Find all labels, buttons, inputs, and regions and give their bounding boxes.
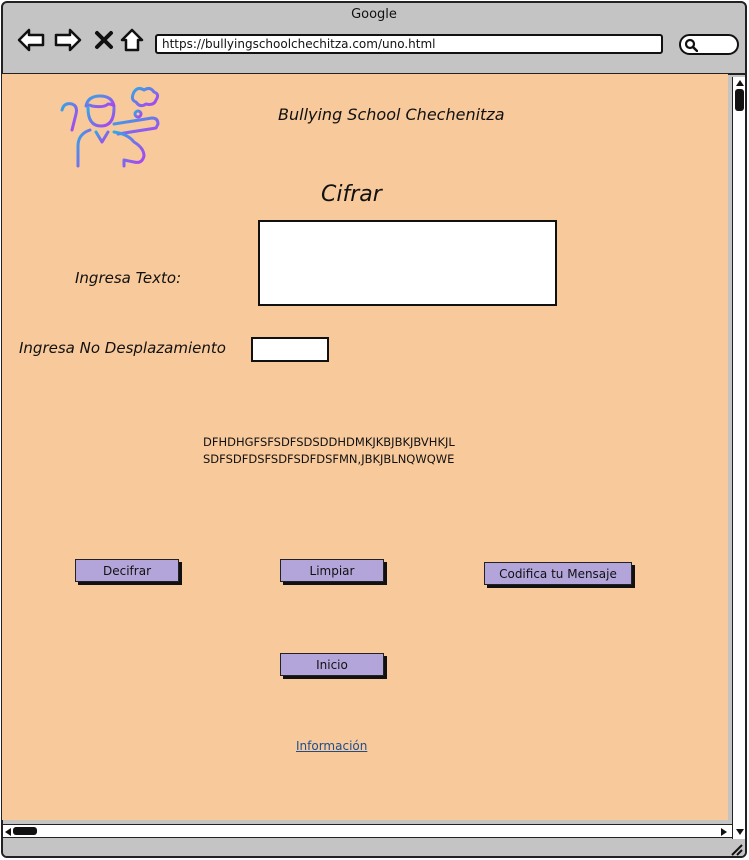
horizontal-scroll-thumb[interactable]: [13, 827, 37, 835]
student-thinking-logo-icon: [56, 84, 170, 172]
home-icon[interactable]: [117, 25, 147, 55]
text-input-area[interactable]: [258, 220, 557, 306]
site-title: Bullying School Chechenitza: [278, 105, 505, 124]
shift-input-label: Ingresa No Desplazamiento: [19, 339, 226, 357]
text-input-label: Ingresa Texto:: [75, 269, 182, 287]
vertical-scrollbar[interactable]: [732, 77, 745, 839]
vertical-scroll-thumb[interactable]: [735, 89, 744, 111]
status-bar: [3, 839, 745, 856]
resize-grip-icon[interactable]: [729, 842, 743, 856]
shift-input[interactable]: [251, 337, 329, 362]
home-button[interactable]: Inicio: [280, 653, 384, 676]
browser-search-field[interactable]: [679, 34, 739, 55]
scroll-left-arrow-icon[interactable]: [4, 827, 12, 837]
scroll-down-arrow-icon[interactable]: [735, 828, 745, 836]
output-text-line: SDFSDFDSFSDFSDFDSFMN,JBKJBLNQWQWE: [203, 452, 455, 466]
clear-button[interactable]: Limpiar: [280, 559, 384, 582]
decrypt-button[interactable]: Decifrar: [75, 559, 179, 582]
scroll-right-arrow-icon[interactable]: [720, 827, 728, 837]
output-text-line: DFHDHGFSFSDFSDSDDHDMKJKBJBKJBVHKJL: [203, 435, 455, 449]
close-x-icon[interactable]: [89, 25, 119, 55]
information-link[interactable]: Información: [296, 739, 367, 753]
encode-message-button[interactable]: Codifica tu Mensaje: [484, 562, 632, 585]
back-arrow-icon[interactable]: [16, 25, 46, 55]
scroll-up-arrow-icon[interactable]: [735, 79, 745, 87]
page-title: Cifrar: [321, 182, 382, 207]
forward-arrow-icon[interactable]: [53, 25, 83, 55]
window-title: Google: [351, 7, 397, 22]
search-icon: [684, 37, 699, 56]
url-input[interactable]: https://bullyingschoolchechitza.com/uno.…: [155, 34, 663, 54]
horizontal-scrollbar[interactable]: [3, 824, 732, 838]
